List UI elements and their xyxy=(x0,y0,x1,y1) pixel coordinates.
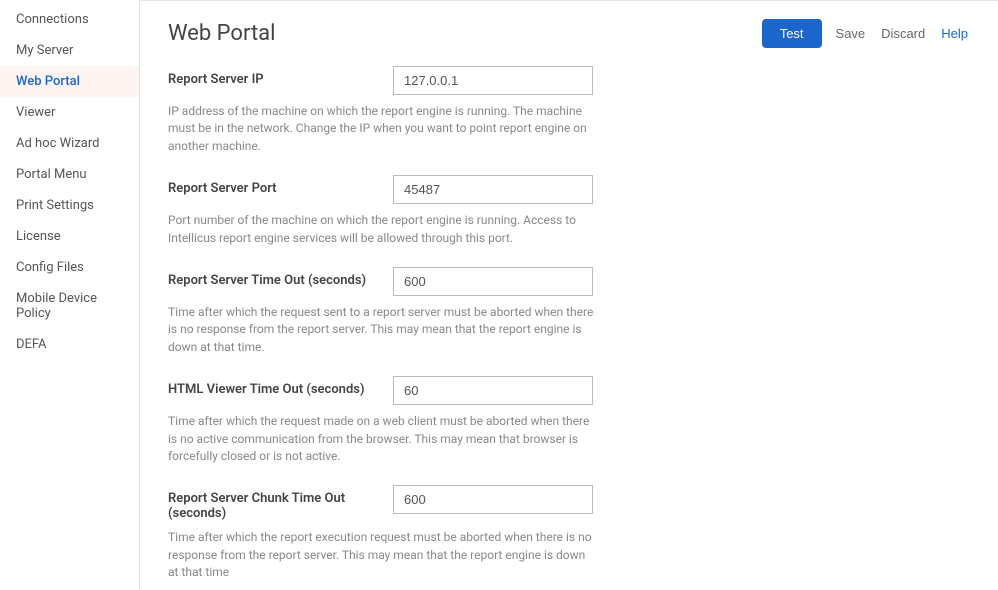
sidebar-item-defa[interactable]: DEFA xyxy=(0,329,139,360)
field-label: HTML Viewer Time Out (seconds) xyxy=(168,376,393,397)
sidebar-item-portal-menu[interactable]: Portal Menu xyxy=(0,159,139,190)
sidebar-item-label: Viewer xyxy=(16,105,55,120)
header: Web Portal Test Save Discard Help xyxy=(140,1,998,58)
sidebar-item-config-files[interactable]: Config Files xyxy=(0,252,139,283)
field-report-server-ip: Report Server IP IP address of the machi… xyxy=(168,66,964,155)
help-button[interactable]: Help xyxy=(939,22,970,45)
save-button[interactable]: Save xyxy=(834,22,868,45)
discard-button[interactable]: Discard xyxy=(879,22,927,45)
field-help: Port number of the machine on which the … xyxy=(168,212,598,247)
header-actions: Test Save Discard Help xyxy=(762,19,970,48)
sidebar-item-label: Ad hoc Wizard xyxy=(16,136,99,151)
field-report-server-port: Report Server Port Port number of the ma… xyxy=(168,175,964,247)
chunk-timeout-input[interactable] xyxy=(393,485,593,514)
test-button[interactable]: Test xyxy=(762,19,822,48)
sidebar: Connections My Server Web Portal Viewer … xyxy=(0,0,140,590)
field-label: Report Server Port xyxy=(168,175,393,196)
sidebar-item-web-portal[interactable]: Web Portal xyxy=(0,66,139,97)
sidebar-item-label: Config Files xyxy=(16,260,84,275)
field-label: Report Server Time Out (seconds) xyxy=(168,267,393,288)
field-label: Report Server IP xyxy=(168,66,393,87)
sidebar-item-label: DEFA xyxy=(16,337,47,352)
main: Web Portal Test Save Discard Help Report… xyxy=(140,0,998,590)
sidebar-item-license[interactable]: License xyxy=(0,221,139,252)
sidebar-item-my-server[interactable]: My Server xyxy=(0,35,139,66)
sidebar-item-mobile-policy[interactable]: Mobile Device Policy xyxy=(0,283,139,329)
report-server-timeout-input[interactable] xyxy=(393,267,593,296)
report-server-port-input[interactable] xyxy=(393,175,593,204)
sidebar-item-adhoc-wizard[interactable]: Ad hoc Wizard xyxy=(0,128,139,159)
sidebar-item-label: My Server xyxy=(16,43,73,58)
field-help: Time after which the report execution re… xyxy=(168,529,598,581)
field-help: Time after which the request sent to a r… xyxy=(168,304,598,356)
report-server-ip-input[interactable] xyxy=(393,66,593,95)
sidebar-item-print-settings[interactable]: Print Settings xyxy=(0,190,139,221)
field-chunk-timeout: Report Server Chunk Time Out (seconds) T… xyxy=(168,485,964,581)
field-help: Time after which the request made on a w… xyxy=(168,413,598,465)
field-label: Report Server Chunk Time Out (seconds) xyxy=(168,485,393,521)
sidebar-item-label: Web Portal xyxy=(16,74,80,89)
sidebar-item-label: Mobile Device Policy xyxy=(16,291,97,321)
field-html-viewer-timeout: HTML Viewer Time Out (seconds) Time afte… xyxy=(168,376,964,465)
field-help: IP address of the machine on which the r… xyxy=(168,103,598,155)
sidebar-item-label: Connections xyxy=(16,12,89,27)
page-title: Web Portal xyxy=(168,21,762,46)
content: Report Server IP IP address of the machi… xyxy=(140,58,992,590)
field-report-server-timeout: Report Server Time Out (seconds) Time af… xyxy=(168,267,964,356)
html-viewer-timeout-input[interactable] xyxy=(393,376,593,405)
sidebar-item-label: License xyxy=(16,229,61,244)
sidebar-item-label: Portal Menu xyxy=(16,167,87,182)
sidebar-item-label: Print Settings xyxy=(16,198,94,213)
sidebar-item-connections[interactable]: Connections xyxy=(0,4,139,35)
sidebar-item-viewer[interactable]: Viewer xyxy=(0,97,139,128)
